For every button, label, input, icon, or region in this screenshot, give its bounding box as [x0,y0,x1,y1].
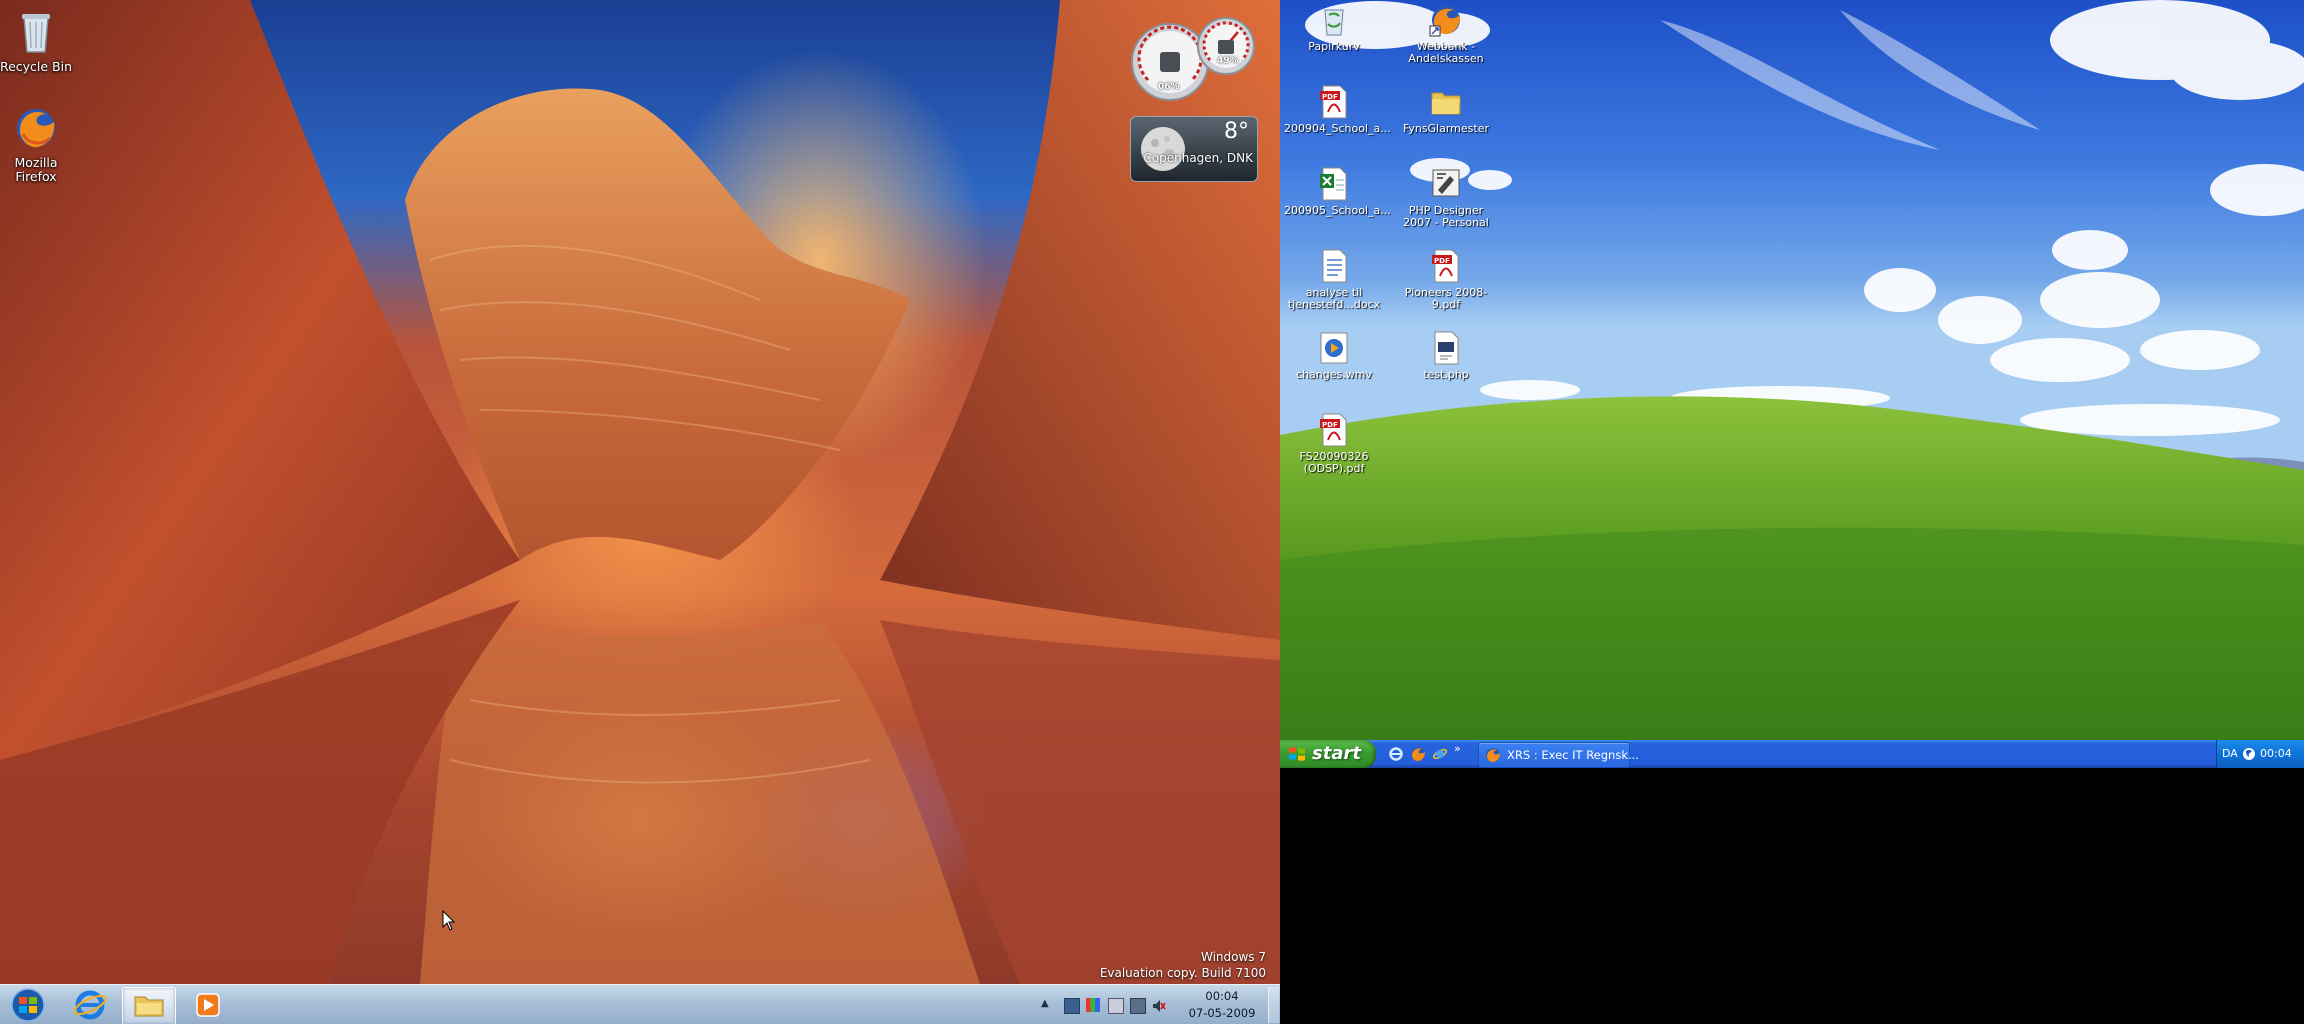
clock-time: 00:04 [1205,989,1239,1003]
video-file-icon [1316,330,1352,366]
xp-icon-label: changes.wmv [1296,368,1372,381]
xp-icon-test-php[interactable]: test.php [1396,330,1496,381]
word-file-icon [1316,248,1352,284]
xp-clock[interactable]: 00:04 [2260,747,2292,760]
color-tray-icon[interactable] [1086,998,1100,1012]
folder-icon [1428,84,1464,120]
xp-icon-fs20090326-pdf[interactable]: PDF FS20090326 (ODSP).pdf [1284,412,1384,475]
excel-file-icon [1316,166,1352,202]
start-button[interactable] [2,987,54,1023]
weather-gadget[interactable]: 8° Copenhagen, DNK [1130,116,1258,182]
firefox-icon [1486,748,1500,762]
weather-location: Copenhagen, DNK [1143,151,1253,165]
quick-launch-ie-alt[interactable] [1432,746,1448,762]
task-button-label: XRS : Exec IT Regnsk... [1507,748,1639,762]
internet-explorer-icon [1389,747,1403,761]
xp-task-button[interactable]: XRS : Exec IT Regnsk... [1478,742,1639,768]
watermark-os-name: Windows 7 [1200,950,1266,964]
pdf-file-icon: PDF [1316,412,1352,448]
evaluation-watermark: Windows 7 Evaluation copy. Build 7100 [1100,949,1266,981]
xp-icon-label: FynsGlarmester [1403,122,1489,135]
windows7-taskbar: ▲ 00:04 07-05-2009 [0,984,1280,1024]
taskbar-windows-explorer[interactable] [122,987,176,1024]
start-label: start [1312,743,1361,764]
xp-icon-analyse-docx[interactable]: analyse til tjenestefd...docx [1284,248,1384,311]
weather-temperature: 8° [1224,119,1249,144]
more-chevron-icon[interactable]: » [1454,742,1461,755]
xp-start-button[interactable]: start [1280,740,1376,768]
action-center-icon[interactable] [1108,998,1124,1014]
xp-icon-pioneers-pdf[interactable]: PDF Pioneers 2008-9.pdf [1396,248,1496,311]
taskbar-internet-explorer[interactable] [64,987,116,1023]
quick-launch-firefox[interactable] [1410,746,1426,762]
pdf-file-icon: PDF [1316,84,1352,120]
windows7-desktop: Recycle Bin Mozilla Firefox 06% 49% 8° C… [0,0,1280,1024]
windows-xp-taskbar: start » XRS : Exec IT Regnsk... DA 00:04 [1280,740,2304,768]
show-hidden-icons-button[interactable]: ▲ [1041,998,1055,1012]
windows-xp-desktop: Papirkurv Webbank - Andelskassen PDF 200… [1280,0,2304,768]
xp-icon-php-designer[interactable]: PHP Designer 2007 - Personal [1396,166,1496,229]
xp-icon-200905-school[interactable]: 200905_School_a... [1284,166,1391,217]
xp-icon-200904-school[interactable]: PDF 200904_School_a... [1284,84,1391,135]
xp-icon-changes-wmv[interactable]: changes.wmv [1284,330,1384,381]
svg-text:PDF: PDF [1322,421,1338,429]
desktop-icon-label: Mozilla Firefox [14,155,58,184]
cpu-percent: 06% [1158,82,1180,92]
xp-icon-label: Papirkurv [1308,40,1360,53]
xp-icon-fynsglarmester[interactable]: FynsGlarmester [1396,84,1496,135]
desktop-icon-firefox[interactable]: Mozilla Firefox [0,104,79,184]
show-desktop-button[interactable] [1268,987,1279,1023]
xp-icon-label: PHP Designer 2007 - Personal [1403,204,1489,229]
mouse-cursor-icon [442,910,456,931]
media-player-icon [196,993,220,1017]
firefox-icon [12,104,60,152]
xp-icon-label: test.php [1423,368,1469,381]
watermark-build: Evaluation copy. Build 7100 [1099,966,1266,980]
clock-date: 07-05-2009 [1188,1006,1256,1020]
xp-icon-webbank[interactable]: Webbank - Andelskassen [1396,2,1496,65]
cpu-meter-gadget[interactable]: 06% 49% [1128,10,1256,102]
xp-icon-label: Webbank - Andelskassen [1408,40,1484,65]
volume-muted-icon[interactable] [1152,998,1166,1012]
recycle-bin-icon [12,8,60,56]
moon-icon [1141,127,1185,171]
language-indicator[interactable]: DA [2222,747,2238,760]
internet-explorer-icon [73,990,107,1020]
php-designer-icon [1428,166,1464,202]
windows-explorer-icon [134,996,164,1017]
xp-icon-label: 200905_School_a... [1284,204,1391,217]
tray-app-icon[interactable] [2242,746,2256,762]
wallpaper-art [0,0,1280,984]
pdf-file-icon: PDF [1428,248,1464,284]
network-icon[interactable] [1064,998,1080,1014]
windows-flag-icon [1289,747,1305,761]
xp-icon-label: FS20090326 (ODSP).pdf [1299,450,1369,475]
taskbar-media-player[interactable] [182,987,234,1023]
firefox-shortcut-icon [1428,2,1464,38]
svg-text:PDF: PDF [1434,257,1450,265]
desktop-icon-recycle-bin[interactable]: Recycle Bin [0,8,79,74]
taskbar-clock[interactable]: 00:04 07-05-2009 [1182,988,1262,1022]
ie-alt-icon [1433,748,1447,760]
canyon-wallpaper [0,0,1280,984]
xp-icon-papirkurv[interactable]: Papirkurv [1284,2,1384,53]
xp-icon-label: Pioneers 2008-9.pdf [1404,286,1488,311]
firefox-icon [1411,747,1425,761]
svg-text:PDF: PDF [1322,93,1338,101]
desktop-icon-label: Recycle Bin [0,59,73,74]
xp-icon-label: analyse til tjenestefd...docx [1287,286,1381,311]
php-file-icon [1428,330,1464,366]
memory-percent: 49% [1217,56,1239,66]
monitor-icon[interactable] [1130,998,1146,1014]
start-orb-icon [11,988,45,1022]
recycle-bin-icon [1316,2,1352,38]
quick-launch-ie[interactable] [1388,746,1404,762]
xp-icon-label: 200904_School_a... [1284,122,1391,135]
